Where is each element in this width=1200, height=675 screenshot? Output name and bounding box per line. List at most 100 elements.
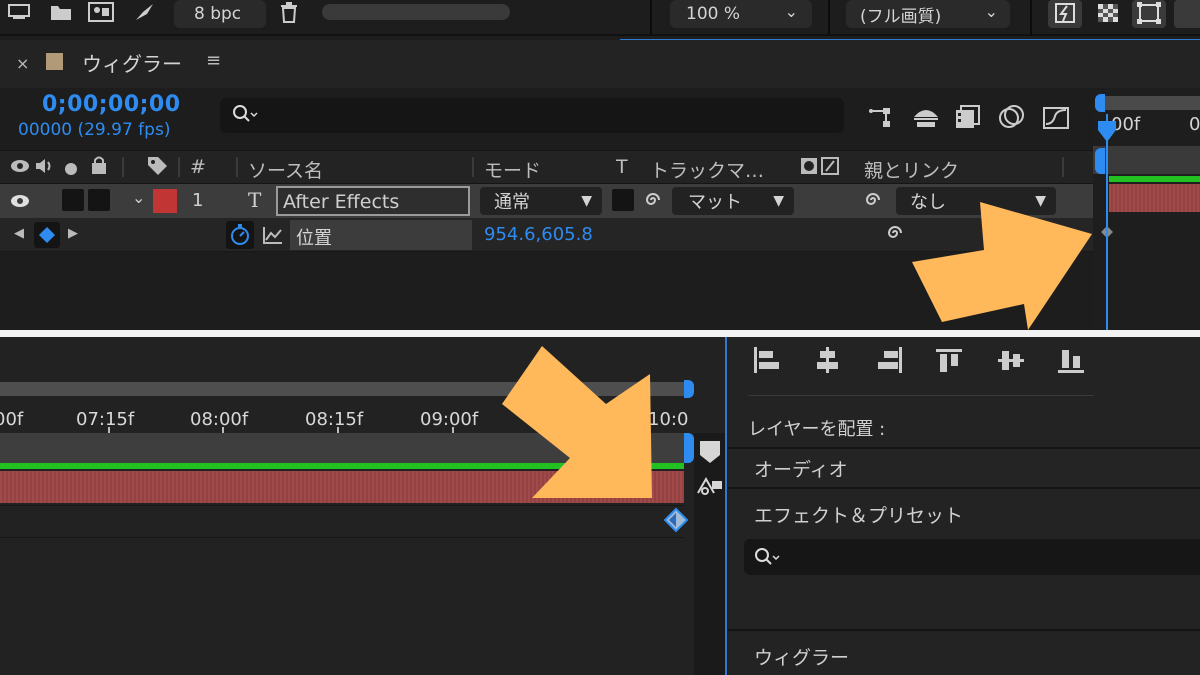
align-layers-to-label: レイヤーを配置 : — [748, 419, 886, 440]
spiral-link-icon[interactable] — [642, 190, 664, 214]
composition-mini-flowchart-icon[interactable] — [866, 102, 898, 132]
region-of-interest-icon[interactable] — [1132, 0, 1166, 28]
panel-focus-line — [725, 337, 727, 675]
keyframe-selected-icon[interactable] — [662, 507, 690, 533]
search-icon — [755, 548, 780, 565]
divider — [1030, 0, 1032, 36]
fast-preview-icon[interactable] — [1048, 0, 1082, 28]
chevron-down-icon: ⌄ — [984, 2, 998, 21]
transparency-grid-icon[interactable] — [1092, 0, 1124, 28]
align-vertical-center-icon[interactable] — [996, 345, 1026, 375]
align-bottom-icon[interactable] — [1056, 345, 1086, 375]
progress-bar — [322, 4, 510, 20]
wiggler-panel-title[interactable]: ウィグラー — [754, 643, 849, 670]
effects-presets-title[interactable]: エフェクト＆プリセット — [754, 501, 963, 528]
graph-icon[interactable] — [262, 225, 284, 249]
property-name[interactable]: 位置 — [290, 220, 472, 250]
composition-icon[interactable] — [88, 0, 114, 24]
align-right-icon[interactable] — [874, 345, 904, 375]
label-tag-icon[interactable] — [146, 155, 168, 182]
audio-icon[interactable] — [34, 157, 56, 180]
position-value[interactable]: 954.6,605.8 — [484, 224, 593, 245]
add-keyframe-button[interactable] — [34, 222, 60, 248]
layer-duration-bar-header — [1093, 146, 1200, 174]
zoom-dropdown[interactable]: 100 % ⌄ — [670, 0, 812, 28]
frame-blending-icon[interactable] — [952, 102, 984, 132]
switch-matte-icon — [800, 157, 840, 182]
ruler-tick-label: 08:15f — [305, 409, 364, 430]
eye-icon[interactable] — [10, 157, 30, 179]
timeline-area-top: 00f 0 — [1093, 90, 1200, 330]
comp-button-icon[interactable] — [696, 475, 724, 497]
layer-name-field[interactable]: After Effects — [276, 186, 470, 216]
align-left-icon[interactable] — [752, 345, 782, 375]
lock-switch[interactable] — [88, 189, 110, 211]
top-toolbar: 8 bpc 100 % ⌄ (フル画質) ⌄ — [0, 0, 1200, 36]
align-top-icon[interactable] — [934, 345, 964, 375]
previous-keyframe-icon[interactable]: ◀ — [14, 226, 24, 241]
stopwatch-button[interactable] — [226, 221, 254, 249]
close-icon[interactable]: × — [16, 54, 29, 73]
column-number: # — [190, 156, 206, 178]
column-track-matte: トラックマ… — [650, 160, 765, 182]
playhead-icon[interactable] — [1097, 120, 1117, 144]
in-point-handle[interactable] — [1095, 148, 1105, 174]
keyframe-diamond-icon — [39, 227, 55, 243]
expand-chevron-icon[interactable]: ⌄ — [132, 188, 145, 207]
layer-number: 1 — [192, 190, 204, 211]
comp-marker-icon[interactable] — [698, 439, 722, 465]
layer-column-header: # ソース名 モード T トラックマ… 親とリンク — [0, 150, 1093, 184]
divider — [828, 0, 830, 36]
track-matte-dropdown[interactable]: マット ▼ — [672, 187, 794, 215]
resolution-label: (フル画質) — [860, 6, 942, 27]
visibility-eye-icon[interactable] — [10, 193, 30, 213]
annotation-arrow-icon — [912, 202, 1092, 330]
work-area-bar[interactable] — [1103, 96, 1200, 110]
stopwatch-icon — [231, 224, 249, 245]
chevron-down-icon: ▼ — [773, 193, 784, 209]
align-horizontal-center-icon[interactable] — [812, 345, 842, 375]
lock-icon[interactable] — [90, 155, 108, 180]
align-effects-panel: レイヤーを配置 : オーディオ エフェクト＆プリセット ウィグラー — [728, 337, 1200, 675]
folder-icon[interactable] — [48, 0, 74, 24]
render-icon[interactable] — [132, 0, 158, 24]
audio-panel-tab[interactable]: オーディオ — [728, 447, 1200, 489]
panel-title[interactable]: ウィグラー — [82, 48, 182, 77]
resolution-dropdown[interactable]: (フル画質) ⌄ — [846, 0, 1010, 28]
chevron-down-icon: ⌄ — [784, 2, 798, 21]
label-color-swatch[interactable] — [153, 189, 177, 213]
next-keyframe-icon[interactable]: ▶ — [68, 226, 78, 241]
blend-mode-dropdown[interactable]: 通常 ▼ — [480, 187, 602, 215]
motion-blur-icon[interactable] — [996, 102, 1028, 132]
timeline-search-input[interactable] — [220, 98, 844, 133]
work-area-start-handle[interactable] — [1095, 94, 1105, 112]
text-layer-icon: T — [248, 188, 262, 212]
blend-mode-label: 通常 — [494, 192, 530, 213]
ruler-tick-label: 07:15f — [76, 409, 135, 430]
column-source-name[interactable]: ソース名 — [248, 156, 323, 183]
bpc-label: 8 bpc — [194, 4, 242, 24]
frame-count: 00000 (29.97 fps) — [18, 120, 171, 140]
solo-switch[interactable] — [62, 189, 84, 211]
preserve-transparency-switch[interactable] — [612, 189, 634, 211]
timeline-side-strip — [694, 433, 726, 675]
track-matte-label: マット — [688, 192, 742, 213]
layer-bar[interactable] — [1109, 184, 1200, 212]
monitor-icon[interactable] — [6, 0, 32, 24]
panel-menu-icon[interactable]: ≡ — [206, 50, 221, 71]
draft-3d-icon[interactable] — [910, 102, 942, 132]
screenshot-divider — [0, 330, 1200, 337]
ruler-tick-label: 00f — [0, 409, 24, 430]
ruler-tick-label: 09:00f — [420, 409, 479, 430]
graph-editor-icon[interactable] — [1040, 102, 1072, 132]
parent-pickwhip-icon[interactable] — [862, 190, 884, 214]
zoom-label: 100 % — [686, 4, 741, 24]
expression-pickwhip-icon[interactable] — [884, 222, 906, 248]
trash-icon[interactable] — [276, 0, 302, 24]
solo-icon[interactable] — [64, 159, 78, 181]
bpc-button[interactable]: 8 bpc — [174, 0, 266, 28]
current-timecode[interactable]: 0;00;00;00 — [42, 92, 181, 117]
chevron-down-icon: ▼ — [581, 193, 592, 209]
toggle-mask-icon[interactable] — [1174, 0, 1200, 28]
effects-search-input[interactable] — [744, 539, 1200, 575]
